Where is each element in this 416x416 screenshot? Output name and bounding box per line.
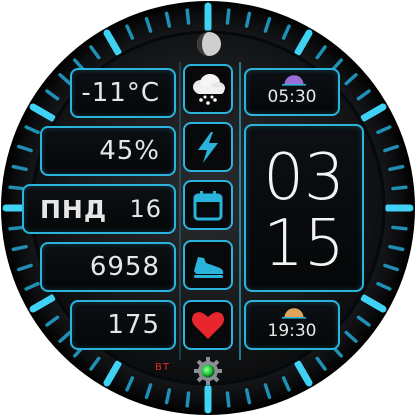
bezel-minor-tick: [185, 8, 191, 25]
weather-button[interactable]: [183, 64, 233, 114]
gear-icon[interactable]: [193, 356, 223, 386]
bluetooth-status: BT: [155, 362, 170, 373]
temperature-value: -11°C: [81, 78, 160, 108]
calendar-icon: [193, 191, 223, 221]
minutes-value: 15: [263, 207, 345, 281]
humidity-value: 45%: [99, 136, 160, 166]
temperature-panel[interactable]: -11°C: [70, 68, 176, 118]
day-of-week: ПНД: [40, 194, 108, 224]
heart-rate-panel[interactable]: 175: [70, 300, 176, 350]
bezel-minor-tick: [8, 225, 25, 231]
heart-rate-button[interactable]: [183, 300, 233, 350]
status-led: [201, 364, 215, 378]
bezel-minor-tick: [8, 185, 25, 191]
snow-cloud-icon: [193, 74, 225, 105]
hours-value: 03: [263, 141, 345, 215]
steps-panel[interactable]: 6958: [40, 242, 176, 292]
sunrise-panel[interactable]: 05:30: [244, 68, 340, 116]
bezel-minor-tick: [391, 185, 408, 191]
heart-rate-value: 175: [107, 310, 160, 340]
bezel-minor-tick: [225, 391, 231, 408]
bezel-minor-tick: [391, 225, 408, 231]
bezel-minor-tick: [185, 391, 191, 408]
steps-button[interactable]: [183, 240, 233, 290]
sunset-panel[interactable]: 19:30: [244, 300, 340, 350]
sunset-time: 19:30: [267, 321, 317, 341]
sunrise-icon: [282, 75, 306, 86]
calendar-button[interactable]: [183, 180, 233, 230]
steps-value: 6958: [89, 252, 160, 282]
bezel-minor-tick: [225, 8, 231, 25]
humidity-panel[interactable]: 45%: [40, 126, 176, 176]
lightning-bolt-icon: [198, 132, 218, 163]
heart-icon: [192, 312, 224, 339]
time-panel[interactable]: 03 15: [244, 124, 364, 292]
sunrise-time: 05:30: [267, 87, 317, 107]
moon-phase-icon: [197, 32, 221, 56]
battery-button[interactable]: [183, 122, 233, 172]
sunset-icon: [282, 308, 306, 319]
date-panel[interactable]: ПНД 16: [22, 184, 176, 234]
sneaker-icon: [194, 257, 224, 278]
day-number: 16: [129, 195, 162, 223]
